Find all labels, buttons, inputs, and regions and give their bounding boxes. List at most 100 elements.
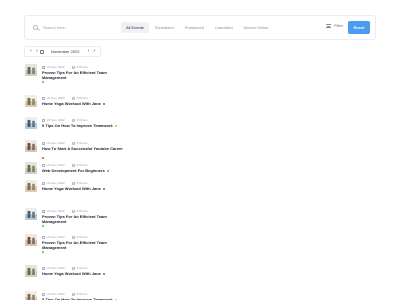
event-time: 6:00 am: [76, 292, 88, 296]
event-title[interactable]: 5 Tips On How To Improve Teamwork: [42, 123, 132, 128]
event-title[interactable]: Proven Tips For An Efficient Team Manage…: [42, 214, 132, 224]
search-icon: [33, 25, 38, 30]
event-meta: 22 Nov, 2022 6:00 am: [42, 65, 87, 69]
event-meta: 22 Nov, 2022 6:00 am: [42, 118, 87, 122]
event-title-text: Web Development For Beginners: [42, 168, 105, 173]
event-date: 22 Nov, 2022: [47, 181, 65, 185]
event-date: 22 Nov, 2022: [47, 118, 65, 122]
category-dot: [114, 124, 117, 127]
category-dot: [102, 187, 105, 190]
category-dot: [42, 225, 44, 227]
event-title[interactable]: Proven Tips For An Efficient Team Manage…: [42, 240, 132, 250]
tab-all-events[interactable]: All Events: [121, 22, 149, 33]
search-input[interactable]: [43, 25, 113, 30]
category-dot: [42, 81, 44, 83]
event-meta: 22 Nov, 2022 6:00 am: [42, 266, 87, 270]
event-date: 22 Nov, 2022: [47, 141, 65, 145]
event-thumbnail[interactable]: [25, 162, 37, 174]
event-thumbnail[interactable]: [25, 140, 37, 152]
event-meta: 22 Nov, 2022 6:00 am: [42, 96, 87, 100]
clock-icon: [71, 65, 75, 69]
reset-button[interactable]: Reset: [348, 21, 370, 34]
clock-icon: [71, 181, 75, 185]
event-title-text: Proven Tips For An Efficient Team Manage…: [42, 240, 107, 250]
category-dot: [42, 157, 44, 159]
event-time: 6:00 am: [76, 118, 88, 122]
clock-icon: [71, 118, 75, 122]
clock-icon: [71, 235, 75, 239]
tab-cancelled[interactable]: Cancelled: [210, 22, 238, 33]
event-title-text: Proven Tips For An Efficient Team Manage…: [42, 214, 107, 224]
calendar-icon: [42, 96, 45, 100]
event-thumbnail[interactable]: [25, 117, 37, 129]
calendar-icon: [42, 181, 45, 185]
event-date: 22 Nov, 2022: [47, 292, 65, 296]
event-title-text: How To Start A Successful Youtube Career: [42, 146, 123, 151]
event-meta: 22 Nov, 2022 6:00 am: [42, 163, 87, 167]
event-date: 22 Nov, 2022: [47, 235, 65, 239]
calendar-icon: [42, 65, 45, 69]
status-tabs: All Events Scheduled Postponed Cancelled…: [121, 21, 274, 34]
category-dot: [42, 251, 44, 253]
search-box[interactable]: [25, 25, 121, 30]
event-meta: 22 Nov, 2022 6:00 am: [42, 292, 87, 296]
event-thumbnail[interactable]: [25, 95, 37, 107]
event-date: 22 Nov, 2022: [47, 266, 65, 270]
clock-icon: [71, 266, 75, 270]
event-meta: 22 Nov, 2022 6:00 am: [42, 141, 87, 145]
filter-label: Filter: [334, 23, 343, 28]
category-dot: [106, 169, 109, 172]
filter-bar: All Events Scheduled Postponed Cancelled…: [24, 15, 376, 40]
event-date: 22 Nov, 2022: [47, 163, 65, 167]
calendar-icon: [42, 266, 45, 270]
filter-button[interactable]: Filter: [326, 23, 343, 28]
tab-moved-online[interactable]: Moved Online: [239, 22, 274, 33]
calendar-icon: [42, 118, 45, 122]
event-time: 6:00 am: [76, 65, 88, 69]
event-thumbnail[interactable]: [25, 180, 37, 192]
calendar-icon: [40, 49, 44, 54]
calendar-icon: [42, 209, 45, 213]
event-title[interactable]: Home Yoga Workout With Jane: [42, 186, 132, 191]
calendar-icon: [42, 235, 45, 239]
filter-icon: [326, 23, 332, 28]
calendar-icon: [42, 163, 45, 167]
month-label: November 2022: [51, 49, 80, 54]
event-date: 22 Nov, 2022: [47, 209, 65, 213]
event-date: 22 Nov, 2022: [47, 65, 65, 69]
event-title[interactable]: Proven Tips For An Efficient Team Manage…: [42, 70, 132, 80]
next-month-icon[interactable]: ›: [91, 46, 97, 57]
event-time: 6:00 am: [76, 96, 88, 100]
event-title-text: Home Yoga Workout With Jane: [42, 186, 101, 191]
category-dot: [102, 102, 105, 105]
event-title-text: 5 Tips On How To Improve Teamwork: [42, 123, 113, 128]
category-dot: [102, 272, 105, 275]
event-title-text: Proven Tips For An Efficient Team Manage…: [42, 70, 107, 80]
event-title[interactable]: How To Start A Successful Youtube Career: [42, 146, 132, 151]
event-time: 6:00 am: [76, 141, 88, 145]
event-thumbnail[interactable]: [25, 265, 37, 277]
event-meta: 22 Nov, 2022 6:00 am: [42, 235, 87, 239]
clock-icon: [71, 209, 75, 213]
event-date: 22 Nov, 2022: [47, 96, 65, 100]
event-time: 6:00 am: [76, 235, 88, 239]
event-time: 6:00 am: [76, 181, 88, 185]
tab-scheduled[interactable]: Scheduled: [150, 22, 179, 33]
calendar-icon: [42, 292, 45, 296]
month-navigator: ‹ › November 2022 ‹ ›: [24, 46, 102, 57]
event-title[interactable]: Web Development For Beginners: [42, 168, 132, 173]
clock-icon: [71, 292, 75, 296]
events-page: All Events Scheduled Postponed Cancelled…: [0, 0, 400, 300]
event-thumbnail[interactable]: [25, 64, 37, 76]
event-thumbnail[interactable]: [25, 291, 37, 300]
event-meta: 22 Nov, 2022 6:00 am: [42, 209, 87, 213]
event-title-text: Home Yoga Workout With Jane: [42, 271, 101, 276]
event-title[interactable]: Home Yoga Workout With Jane: [42, 101, 132, 106]
event-thumbnail[interactable]: [25, 208, 37, 220]
event-thumbnail[interactable]: [25, 234, 37, 246]
event-meta: 22 Nov, 2022 6:00 am: [42, 181, 87, 185]
event-title[interactable]: Home Yoga Workout With Jane: [42, 271, 132, 276]
tab-postponed[interactable]: Postponed: [180, 22, 209, 33]
clock-icon: [71, 141, 75, 145]
clock-icon: [71, 96, 75, 100]
